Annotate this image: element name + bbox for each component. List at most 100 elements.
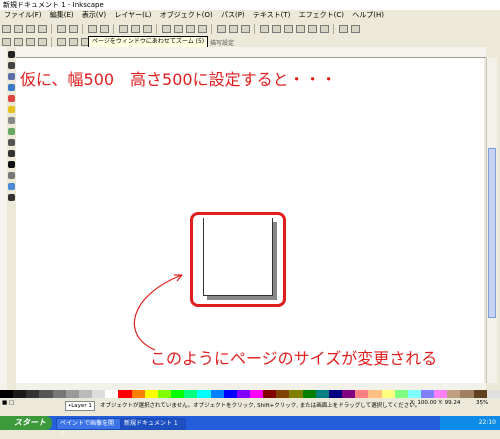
selector-tool-icon[interactable]	[8, 51, 15, 58]
swatch[interactable]	[65, 390, 79, 398]
swatch[interactable]	[263, 390, 277, 398]
swatch[interactable]	[223, 390, 237, 398]
xml-editor-icon[interactable]	[307, 24, 317, 33]
star-tool-icon[interactable]	[8, 106, 15, 113]
menu-object[interactable]: オブジェクト(O)	[160, 11, 213, 19]
paste-icon[interactable]	[142, 24, 152, 33]
swatch[interactable]	[236, 390, 250, 398]
clone-icon[interactable]	[228, 24, 238, 33]
dropper-tool-icon[interactable]	[8, 194, 15, 201]
swatch[interactable]	[197, 390, 211, 398]
swatch[interactable]	[302, 390, 316, 398]
cut-icon[interactable]	[130, 24, 140, 33]
menu-layer[interactable]: レイヤー(L)	[114, 11, 151, 19]
menu-help[interactable]: ヘルプ(H)	[352, 11, 384, 19]
swatch[interactable]	[92, 390, 106, 398]
menu-text[interactable]: テキスト(T)	[253, 11, 291, 19]
zoom-page-icon[interactable]	[185, 24, 195, 33]
horizontal-scrollbar[interactable]	[16, 383, 486, 390]
print-icon[interactable]	[37, 24, 47, 33]
document-properties-icon[interactable]	[350, 24, 360, 33]
fill-stroke-icon[interactable]	[283, 24, 293, 33]
zoom-field[interactable]: 35%	[476, 399, 488, 407]
ungroup-icon[interactable]	[271, 24, 281, 33]
swatch[interactable]	[105, 390, 119, 398]
swatch[interactable]	[368, 390, 382, 398]
zoom-1to1-icon[interactable]	[25, 37, 35, 46]
new-icon[interactable]	[1, 24, 11, 33]
swatch[interactable]	[381, 390, 395, 398]
pen-tool-icon[interactable]	[8, 139, 15, 146]
swatch[interactable]	[39, 390, 53, 398]
swatch[interactable]	[184, 390, 198, 398]
taskbar-item[interactable]: ペイントで画像を開く	[56, 418, 122, 437]
swatch[interactable]	[13, 390, 27, 398]
swatch[interactable]	[434, 390, 448, 398]
align-icon[interactable]	[319, 24, 329, 33]
text-font-icon[interactable]	[295, 24, 305, 33]
swatch[interactable]	[249, 390, 264, 398]
zoom-next-icon[interactable]	[68, 37, 78, 46]
connector-tool-icon[interactable]	[8, 172, 15, 179]
gradient-tool-icon[interactable]	[8, 183, 15, 190]
ellipse-tool-icon[interactable]	[8, 95, 15, 102]
layer-selector[interactable]: •Layer 1	[65, 401, 95, 411]
swatch[interactable]	[289, 390, 303, 398]
swatch[interactable]	[447, 390, 461, 398]
swatch[interactable]	[171, 390, 185, 398]
swatch[interactable]	[26, 390, 40, 398]
swatch[interactable]	[52, 390, 66, 398]
scrollbar-thumb[interactable]	[488, 148, 496, 318]
zoom-previous-icon[interactable]	[56, 37, 66, 46]
taskbar-item-inkscape[interactable]: 新規ドキュメント 1	[120, 418, 186, 430]
swatch[interactable]	[78, 390, 93, 398]
spiral-tool-icon[interactable]	[8, 117, 15, 124]
swatch[interactable]	[0, 390, 14, 398]
start-button[interactable]: スタート	[0, 416, 52, 430]
export-icon[interactable]	[68, 24, 78, 33]
undo-icon[interactable]	[87, 24, 97, 33]
save-icon[interactable]	[25, 24, 35, 33]
zoom-drawing-icon[interactable]	[173, 24, 183, 33]
calligraphy-tool-icon[interactable]	[8, 150, 15, 157]
unlink-clone-icon[interactable]	[240, 24, 250, 33]
zoom-in-icon[interactable]	[1, 37, 11, 46]
copy-icon[interactable]	[118, 24, 128, 33]
rectangle-tool-icon[interactable]	[8, 84, 15, 91]
zoom-1to2-icon[interactable]	[37, 37, 47, 46]
menu-effect[interactable]: エフェクト(C)	[299, 11, 344, 19]
swatch[interactable]	[355, 390, 369, 398]
swatch[interactable]	[144, 390, 158, 398]
swatch[interactable]	[460, 390, 474, 398]
zoom-out-icon[interactable]	[13, 37, 23, 46]
group-icon[interactable]	[259, 24, 269, 33]
redo-icon[interactable]	[99, 24, 109, 33]
zoom-width-icon[interactable]	[197, 24, 207, 33]
swatch[interactable]	[394, 390, 408, 398]
swatch[interactable]	[210, 390, 224, 398]
menu-file[interactable]: ファイル(F)	[4, 11, 42, 19]
zoom-selection-icon[interactable]	[161, 24, 171, 33]
menu-view[interactable]: 表示(V)	[82, 11, 106, 19]
swatch[interactable]	[118, 390, 132, 398]
swatch[interactable]	[276, 390, 290, 398]
swatch[interactable]	[342, 390, 356, 398]
swatch[interactable]	[486, 390, 500, 398]
preferences-icon[interactable]	[338, 24, 348, 33]
import-icon[interactable]	[56, 24, 66, 33]
swatch[interactable]	[473, 390, 487, 398]
swatch[interactable]	[328, 390, 343, 398]
swatch[interactable]	[131, 390, 145, 398]
menu-path[interactable]: パス(P)	[221, 11, 245, 19]
swatch[interactable]	[157, 390, 172, 398]
menu-edit[interactable]: 編集(E)	[50, 11, 74, 19]
duplicate-icon[interactable]	[216, 24, 226, 33]
swatch[interactable]	[407, 390, 421, 398]
pencil-tool-icon[interactable]	[8, 128, 15, 135]
node-tool-icon[interactable]	[8, 62, 15, 69]
swatch[interactable]	[315, 390, 329, 398]
swatch[interactable]	[421, 390, 435, 398]
vertical-scrollbar[interactable]	[486, 58, 497, 383]
open-icon[interactable]	[13, 24, 23, 33]
text-tool-icon[interactable]	[8, 161, 15, 168]
